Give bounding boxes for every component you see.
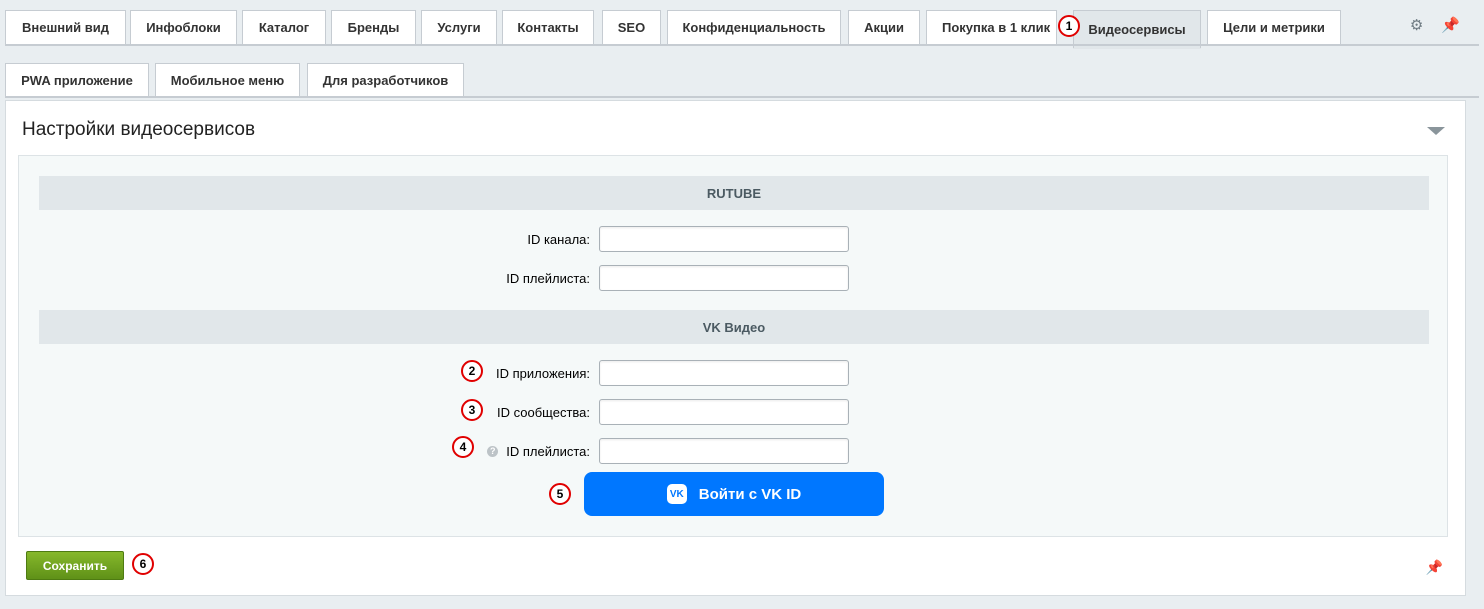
- pin-icon[interactable]: 📌: [1441, 17, 1460, 35]
- rutube-playlist-id-label: ID плейлиста:: [506, 270, 590, 286]
- settings-panel: Настройки видеосервисов RUTUBE ID канала…: [5, 100, 1466, 596]
- tab-seo[interactable]: SEO: [602, 10, 661, 44]
- tab-catalog[interactable]: Каталог: [242, 10, 326, 44]
- gear-icon[interactable]: ⚙: [1410, 17, 1423, 35]
- tab-appearance[interactable]: Внешний вид: [5, 10, 126, 44]
- rutube-playlist-id-input[interactable]: [599, 265, 849, 291]
- vk-playlist-id-input[interactable]: [599, 438, 849, 464]
- annotation-badge: 5: [549, 483, 571, 505]
- help-icon[interactable]: ?: [487, 445, 499, 457]
- annotation-badge: 1: [1058, 15, 1080, 37]
- annotation-badge: 6: [132, 553, 154, 575]
- vk-id-login-button[interactable]: VK Войти с VK ID: [584, 472, 884, 516]
- save-button[interactable]: Сохранить: [26, 551, 124, 580]
- tab-bar-divider: [5, 44, 1479, 46]
- settings-form: RUTUBE ID канала: ID плейлиста: VK Видео…: [18, 155, 1448, 537]
- panel-title: Настройки видеосервисов: [22, 119, 256, 140]
- tab-services[interactable]: Услуги: [421, 10, 497, 44]
- vk-playlist-id-label-row: ? ID плейлиста:: [487, 438, 590, 464]
- tab-one-click-purchase[interactable]: Покупка в 1 клик: [926, 10, 1057, 44]
- rutube-channel-id-input[interactable]: [599, 226, 849, 252]
- tab-pwa-app[interactable]: PWA приложение: [5, 63, 149, 97]
- tab-goals-metrics[interactable]: Цели и метрики: [1207, 10, 1341, 44]
- vk-community-id-input[interactable]: [599, 399, 849, 425]
- tab-toolbar: ⚙ 📌: [1410, 17, 1460, 35]
- vk-logo-icon: VK: [666, 484, 687, 504]
- vk-playlist-id-label: ID плейлиста:: [506, 443, 590, 459]
- collapse-arrow-icon[interactable]: [1427, 127, 1445, 135]
- section-heading-rutube: RUTUBE: [39, 176, 1429, 210]
- vk-community-id-label: ID сообщества:: [497, 404, 590, 420]
- vk-id-login-label: Войти с VK ID: [698, 485, 802, 503]
- pin-icon-bottom[interactable]: 📌: [1426, 559, 1443, 576]
- tab-video-services[interactable]: Видеосервисы: [1073, 10, 1201, 48]
- tab-privacy[interactable]: Конфиденциальность: [667, 10, 841, 44]
- tab-bar-divider-secondary: [5, 96, 1479, 98]
- vk-app-id-label: ID приложения:: [496, 365, 590, 381]
- annotation-badge: 3: [461, 399, 483, 421]
- vk-app-id-input[interactable]: [599, 360, 849, 386]
- annotation-badge: 4: [452, 436, 474, 458]
- section-heading-vk: VK Видео: [39, 310, 1429, 344]
- tab-mobile-menu[interactable]: Мобильное меню: [155, 63, 300, 97]
- annotation-badge: 2: [461, 360, 483, 382]
- tab-contacts[interactable]: Контакты: [502, 10, 594, 44]
- tab-infoblocks[interactable]: Инфоблоки: [130, 10, 237, 44]
- tab-developers[interactable]: Для разработчиков: [307, 63, 464, 97]
- tab-brands[interactable]: Бренды: [331, 10, 416, 44]
- tab-promotions[interactable]: Акции: [848, 10, 920, 44]
- rutube-channel-id-label: ID канала:: [527, 231, 590, 247]
